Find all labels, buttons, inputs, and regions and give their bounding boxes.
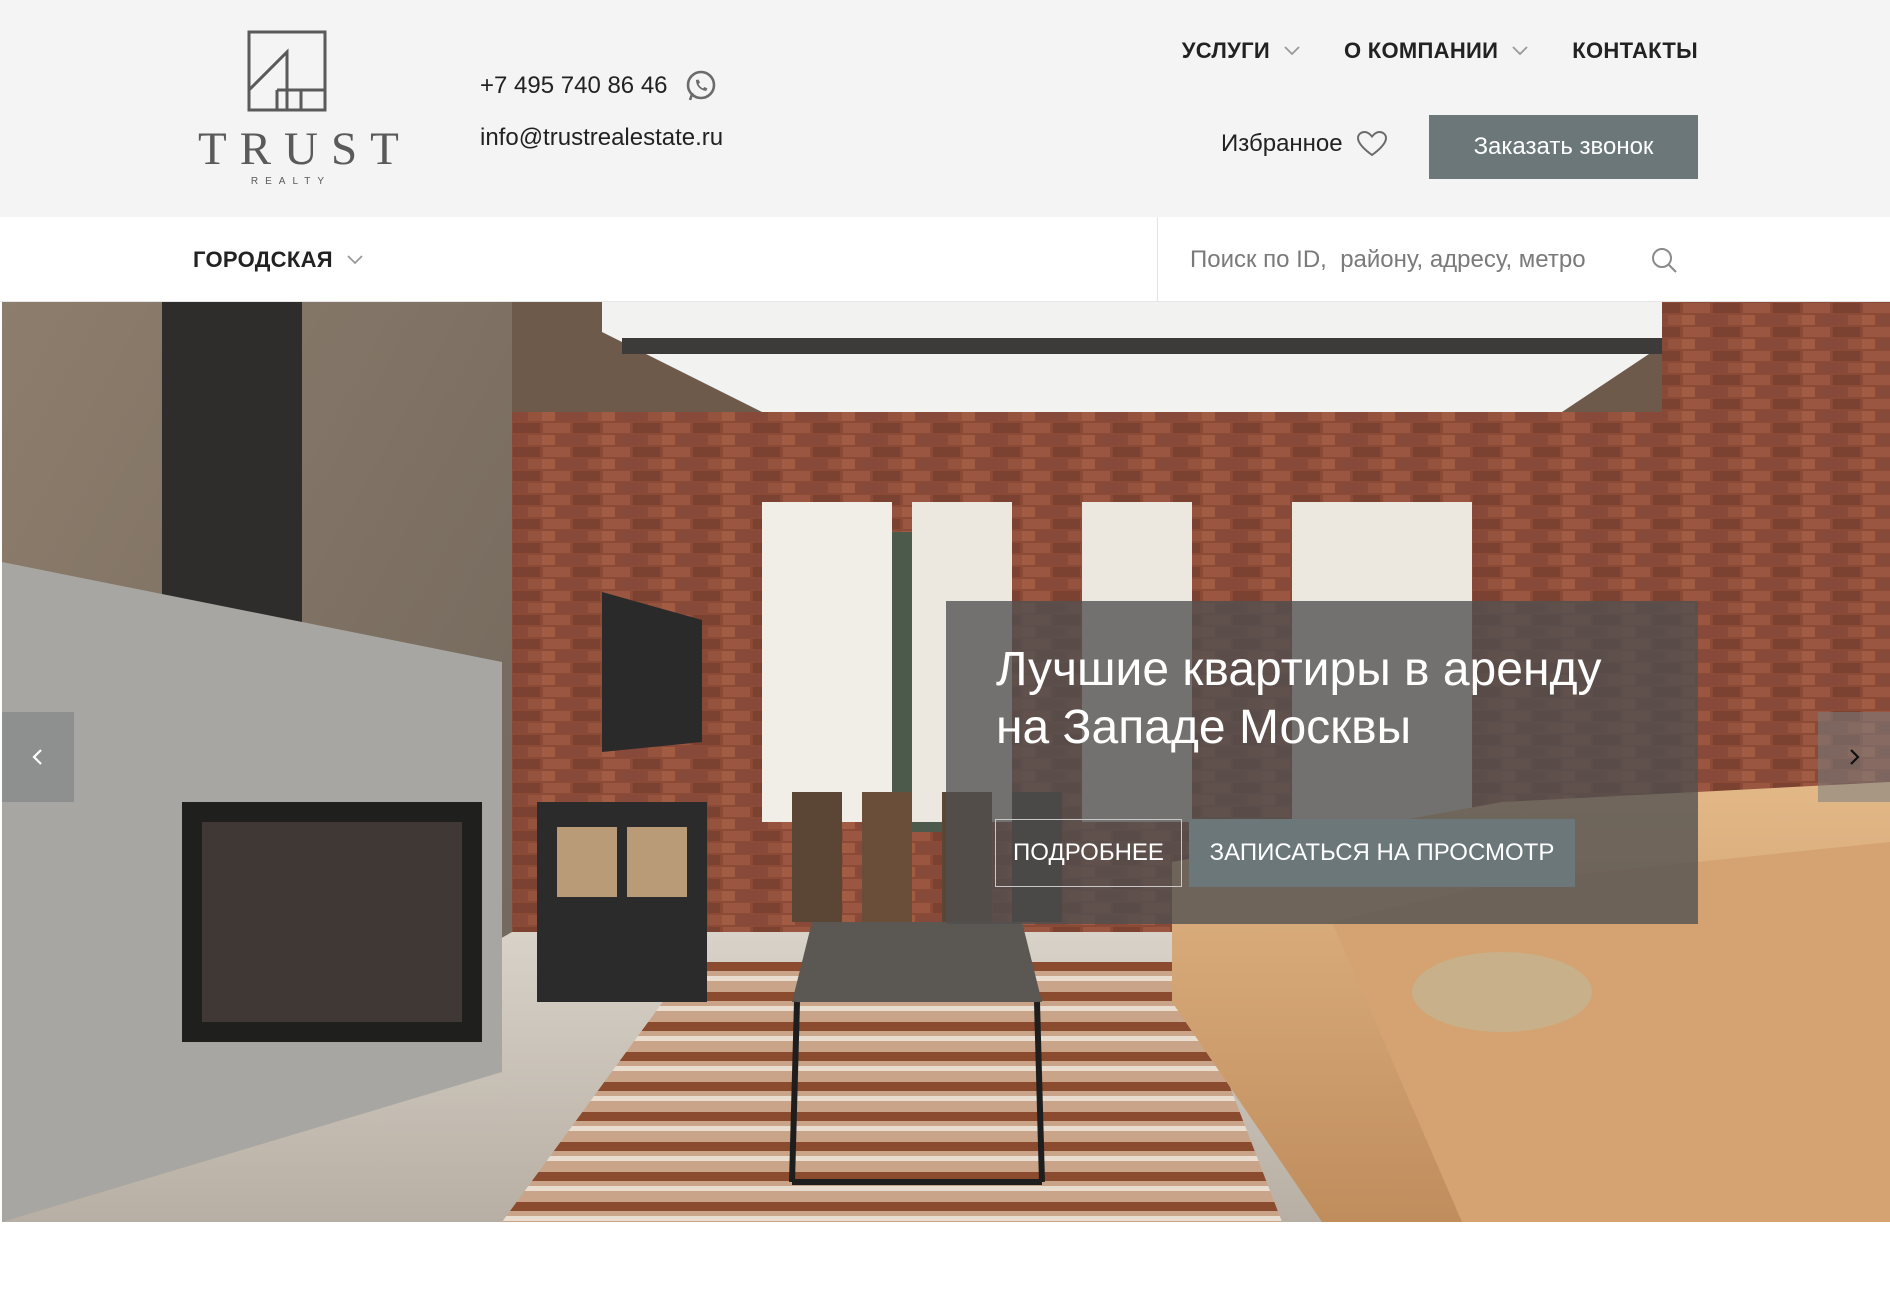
more-button[interactable]: ПОДРОБНЕЕ xyxy=(995,819,1182,887)
logo-tagline: REALTY xyxy=(250,176,332,187)
top-navigation: УСЛУГИ О КОМПАНИИ КОНТАКТЫ xyxy=(1182,38,1698,64)
whatsapp-icon[interactable] xyxy=(684,69,718,103)
divider xyxy=(1157,217,1158,302)
search-icon[interactable] xyxy=(1650,246,1678,274)
hero-title-line-2: на Западе Москвы xyxy=(996,701,1412,754)
chevron-down-icon xyxy=(1284,46,1300,56)
hero-title-line-1: Лучшие квартиры в аренду xyxy=(996,643,1602,696)
nav-item-contacts[interactable]: КОНТАКТЫ xyxy=(1572,38,1698,64)
logo-mark-icon xyxy=(247,30,327,112)
search-box xyxy=(1190,237,1690,283)
favorites-label: Избранное xyxy=(1221,130,1343,157)
book-viewing-button[interactable]: ЗАПИСАТЬСЯ НА ПРОСМОТР xyxy=(1189,819,1575,887)
phone-link[interactable]: +7 495 740 86 46 xyxy=(480,72,668,100)
site-header: TRUST REALTY +7 495 740 86 46 info@trust… xyxy=(0,0,1890,217)
hero-slider: Лучшие квартиры в аренду на Западе Москв… xyxy=(2,302,1890,1222)
search-input[interactable] xyxy=(1190,246,1630,274)
chevron-down-icon xyxy=(347,255,363,265)
nav-item-label: УСЛУГИ xyxy=(1181,38,1270,63)
slider-next-button[interactable] xyxy=(1818,712,1890,802)
logo[interactable]: TRUST REALTY xyxy=(192,30,412,190)
logo-wordmark: TRUST xyxy=(198,123,412,175)
chevron-right-icon xyxy=(1850,749,1860,765)
category-label: ГОРОДСКАЯ xyxy=(193,247,333,272)
callback-button[interactable]: Заказать звонок xyxy=(1429,115,1698,179)
heart-icon xyxy=(1356,131,1387,157)
nav-item-services[interactable]: УСЛУГИ xyxy=(1182,38,1300,64)
email-link[interactable]: info@trustrealestate.ru xyxy=(480,124,723,152)
category-dropdown[interactable]: ГОРОДСКАЯ xyxy=(193,247,363,273)
chevron-left-icon xyxy=(32,749,42,765)
nav-item-label: КОНТАКТЫ xyxy=(1572,38,1698,63)
slider-prev-button[interactable] xyxy=(2,712,74,802)
nav-item-label: О КОМПАНИИ xyxy=(1343,38,1499,63)
contacts-block: +7 495 740 86 46 info@trustrealestate.ru xyxy=(480,66,723,152)
filter-bar: ГОРОДСКАЯ xyxy=(0,217,1890,302)
nav-item-about[interactable]: О КОМПАНИИ xyxy=(1344,38,1528,64)
hero-title: Лучшие квартиры в аренду на Западе Москв… xyxy=(996,641,1656,757)
hero-caption-panel: Лучшие квартиры в аренду на Западе Москв… xyxy=(946,601,1698,924)
chevron-down-icon xyxy=(1512,46,1528,56)
favorites-link[interactable]: Избранное xyxy=(1221,130,1387,158)
